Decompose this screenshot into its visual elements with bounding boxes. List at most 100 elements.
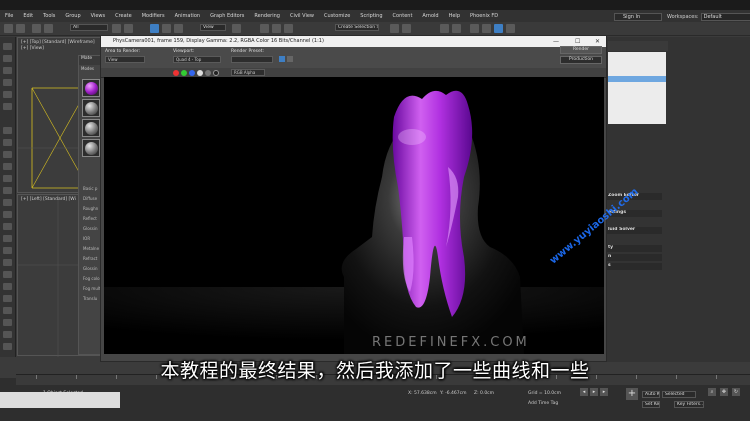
preset-load-icon[interactable] bbox=[287, 56, 293, 62]
material-editor-modes-menu[interactable]: Modes bbox=[81, 66, 94, 71]
align-icon[interactable] bbox=[402, 24, 411, 33]
menu-create[interactable]: Create bbox=[110, 13, 137, 19]
coord-y-field[interactable]: Y: -6.467cm bbox=[440, 391, 466, 396]
menu-civil-view[interactable]: Civil View bbox=[285, 13, 319, 19]
menu-edit[interactable]: Edit bbox=[18, 13, 38, 19]
link-icon[interactable] bbox=[32, 24, 41, 33]
shape-tool-icon[interactable] bbox=[3, 331, 12, 338]
menu-file[interactable]: File bbox=[0, 13, 18, 19]
menu-group[interactable]: Group bbox=[60, 13, 85, 19]
pyramid-tool-icon[interactable] bbox=[3, 235, 12, 242]
pivot-icon[interactable] bbox=[232, 24, 241, 33]
render-window-titlebar[interactable]: PhysCamera001, frame 159, Display Gamma:… bbox=[101, 36, 606, 47]
material-editor-icon[interactable] bbox=[470, 24, 479, 33]
add-time-tag[interactable]: Add Time Tag bbox=[528, 401, 558, 406]
orbit-icon[interactable]: ↻ bbox=[732, 388, 740, 396]
render-production-icon[interactable] bbox=[506, 24, 515, 33]
material-slot-2[interactable] bbox=[82, 99, 100, 117]
create-selection-set-dropdown[interactable]: Create Selection Se bbox=[335, 24, 379, 31]
green-channel-icon[interactable] bbox=[181, 70, 187, 76]
render-button[interactable]: Render bbox=[560, 46, 602, 54]
menu-phoenix-fd[interactable]: Phoenix FD bbox=[465, 13, 503, 19]
command-panel-tabs[interactable] bbox=[608, 41, 668, 51]
teapot-tool-icon[interactable] bbox=[3, 199, 12, 206]
coord-x-field[interactable]: X: 57.638cm bbox=[408, 391, 437, 396]
mirror-icon[interactable] bbox=[390, 24, 399, 33]
rollout-row[interactable]: luid Solver bbox=[606, 227, 662, 234]
render-setup-icon[interactable] bbox=[482, 24, 491, 33]
camera-tool-icon[interactable] bbox=[3, 259, 12, 266]
hierarchy-panel-icon[interactable] bbox=[3, 67, 12, 74]
workspaces-dropdown[interactable]: Default bbox=[700, 13, 750, 21]
area-to-render-dropdown[interactable]: View bbox=[105, 56, 145, 63]
geosphere-tool-icon[interactable] bbox=[3, 211, 12, 218]
cone-tool-icon[interactable] bbox=[3, 163, 12, 170]
select-move-icon[interactable] bbox=[150, 24, 159, 33]
select-by-name-icon[interactable] bbox=[124, 24, 133, 33]
alpha-channel-icon[interactable] bbox=[197, 70, 203, 76]
modifier-stack-selected[interactable] bbox=[608, 76, 666, 82]
key-filters-button[interactable]: Key Filters... bbox=[674, 401, 704, 408]
zoom-icon[interactable]: ⌕ bbox=[708, 388, 716, 396]
add-key-icon[interactable]: + bbox=[626, 388, 638, 400]
tube-tool-icon[interactable] bbox=[3, 223, 12, 230]
monochrome-icon[interactable] bbox=[205, 70, 211, 76]
material-slot-3[interactable] bbox=[82, 119, 100, 137]
menu-content[interactable]: Content bbox=[388, 13, 418, 19]
viewport-dropdown[interactable]: Quad 4 - Top bbox=[173, 56, 221, 63]
compound-tool-icon[interactable] bbox=[3, 343, 12, 350]
menu-scripting[interactable]: Scripting bbox=[355, 13, 387, 19]
menu-graph-editors[interactable]: Graph Editors bbox=[205, 13, 249, 19]
spline-tool-icon[interactable] bbox=[3, 307, 12, 314]
light-tool-icon[interactable] bbox=[3, 247, 12, 254]
prev-frame-icon[interactable]: ◂ bbox=[580, 388, 588, 396]
render-preset-dropdown[interactable] bbox=[231, 56, 273, 63]
select-object-icon[interactable] bbox=[112, 24, 121, 33]
display-panel-icon[interactable] bbox=[3, 91, 12, 98]
torus-tool-icon[interactable] bbox=[3, 175, 12, 182]
utilities-panel-icon[interactable] bbox=[3, 103, 12, 110]
percent-snap-icon[interactable] bbox=[284, 24, 293, 33]
motion-panel-icon[interactable] bbox=[3, 79, 12, 86]
maxscript-listener-2[interactable] bbox=[0, 400, 120, 408]
preset-save-icon[interactable] bbox=[279, 56, 285, 62]
spacewarp-tool-icon[interactable] bbox=[3, 283, 12, 290]
text-tool-icon[interactable] bbox=[3, 319, 12, 326]
minimize-button[interactable]: — bbox=[553, 36, 559, 47]
sign-in-button[interactable]: Sign In bbox=[614, 13, 662, 21]
menu-help[interactable]: Help bbox=[444, 13, 465, 19]
production-dropdown[interactable]: Production bbox=[560, 56, 602, 64]
rendered-frame-window-icon[interactable] bbox=[494, 24, 503, 33]
menu-views[interactable]: Views bbox=[86, 13, 110, 19]
auto-key-button[interactable]: Auto Key bbox=[642, 391, 660, 398]
helper-tool-icon[interactable] bbox=[3, 271, 12, 278]
coord-z-field[interactable]: Z: 0.0cm bbox=[474, 391, 494, 396]
create-panel-icon[interactable] bbox=[3, 43, 12, 50]
menu-arnold[interactable]: Arnold bbox=[417, 13, 443, 19]
display-channel-dropdown[interactable]: RGB Alpha bbox=[231, 69, 265, 76]
next-frame-icon[interactable]: ▸ bbox=[600, 388, 608, 396]
schematic-view-icon[interactable] bbox=[452, 24, 461, 33]
select-rotate-icon[interactable] bbox=[162, 24, 171, 33]
redo-icon[interactable] bbox=[16, 24, 25, 33]
clear-icon[interactable] bbox=[213, 70, 219, 76]
modifier-stack-list[interactable] bbox=[608, 52, 666, 124]
rollout-row[interactable]: s bbox=[606, 263, 662, 270]
menu-tools[interactable]: Tools bbox=[38, 13, 60, 19]
undo-icon[interactable] bbox=[4, 24, 13, 33]
menu-rendering[interactable]: Rendering bbox=[249, 13, 285, 19]
rollout-row[interactable]: ty bbox=[606, 245, 662, 252]
box-tool-icon[interactable] bbox=[3, 139, 12, 146]
play-icon[interactable]: ▸ bbox=[590, 388, 598, 396]
cylinder-tool-icon[interactable] bbox=[3, 151, 12, 158]
unlink-icon[interactable] bbox=[44, 24, 53, 33]
menu-customize[interactable]: Customize bbox=[319, 13, 355, 19]
reference-coord-dropdown[interactable]: View bbox=[200, 24, 226, 31]
snap-icon[interactable] bbox=[260, 24, 269, 33]
curve-editor-icon[interactable] bbox=[440, 24, 449, 33]
selection-filter-dropdown[interactable]: All bbox=[70, 24, 108, 31]
pan-icon[interactable]: ✥ bbox=[720, 388, 728, 396]
rollout-row[interactable]: n bbox=[606, 254, 662, 261]
select-scale-icon[interactable] bbox=[174, 24, 183, 33]
material-slot-1[interactable] bbox=[82, 79, 100, 97]
